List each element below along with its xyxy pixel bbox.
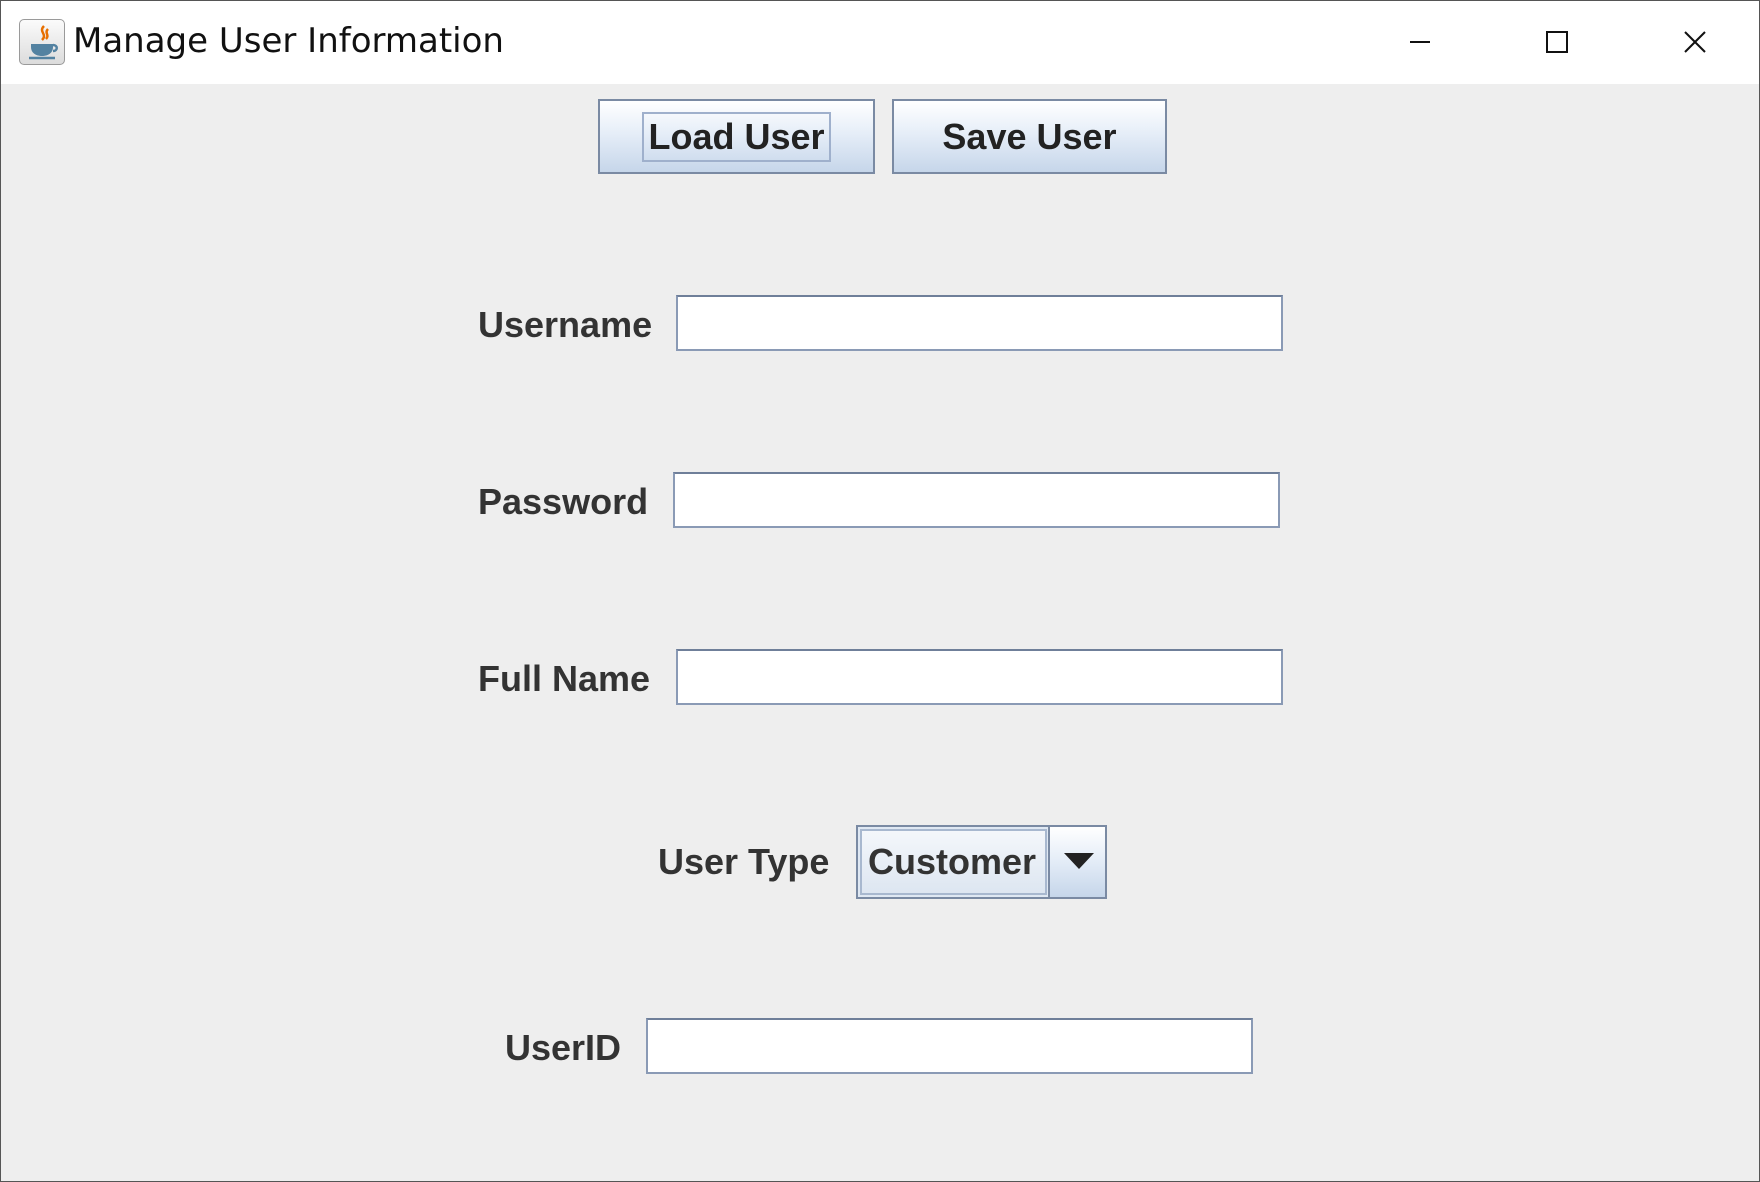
user-type-label: User Type [658,841,830,882]
user-id-input[interactable] [646,1018,1253,1074]
load-user-label: Load User [642,111,831,162]
full-name-label: Full Name [478,658,651,699]
user-type-selected: Customer [860,829,1047,895]
user-type-dropdown[interactable]: Customer [856,825,1107,899]
password-label: Password [478,481,649,522]
app-window: Manage User Information Load User Save U… [0,0,1760,1182]
maximize-icon [1546,31,1568,53]
save-user-button[interactable]: Save User [892,99,1167,174]
minimize-button[interactable] [1361,11,1481,73]
chevron-down-icon [1064,853,1094,869]
minimize-icon [1410,41,1430,43]
password-input[interactable] [673,472,1280,528]
java-icon [19,19,65,65]
close-icon [1684,31,1706,53]
full-name-input[interactable] [676,649,1283,705]
save-user-label: Save User [942,115,1117,157]
username-input[interactable] [676,295,1283,351]
window-title: Manage User Information [73,21,504,61]
maximize-button[interactable] [1497,11,1617,73]
title-bar: Manage User Information [1,1,1759,84]
username-label: Username [478,304,653,345]
user-id-label: UserID [505,1027,622,1068]
dropdown-toggle[interactable] [1048,827,1105,897]
load-user-button[interactable]: Load User [598,99,875,174]
close-button[interactable] [1635,11,1755,73]
